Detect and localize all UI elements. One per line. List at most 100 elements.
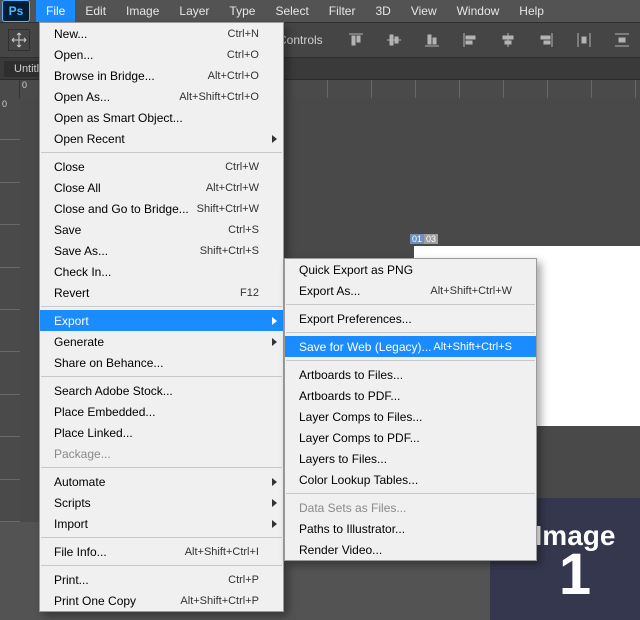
menu-item-shortcut: Ctrl+S bbox=[228, 224, 259, 236]
file-menu-item[interactable]: Check In... bbox=[40, 261, 283, 282]
file-menu-item[interactable]: Share on Behance... bbox=[40, 352, 283, 373]
export-menu-item[interactable]: Quick Export as PNG bbox=[285, 259, 536, 280]
file-menu-item[interactable]: Place Linked... bbox=[40, 422, 283, 443]
menu-item-shortcut: Alt+Shift+Ctrl+S bbox=[433, 341, 512, 353]
file-menu-item[interactable]: File Info...Alt+Shift+Ctrl+I bbox=[40, 541, 283, 562]
menu-item-label: Export Preferences... bbox=[299, 312, 512, 326]
file-menu-item[interactable]: Generate bbox=[40, 331, 283, 352]
menubar-item-select[interactable]: Select bbox=[265, 0, 318, 22]
export-menu-item[interactable]: Layer Comps to PDF... bbox=[285, 427, 536, 448]
menu-item-shortcut: Shift+Ctrl+S bbox=[200, 245, 259, 257]
menu-item-label: Layers to Files... bbox=[299, 452, 512, 466]
file-menu-item[interactable]: Print One CopyAlt+Shift+Ctrl+P bbox=[40, 590, 283, 611]
file-menu-item[interactable]: Place Embedded... bbox=[40, 401, 283, 422]
ruler-tick bbox=[0, 140, 20, 182]
align-hcenter-icon[interactable] bbox=[498, 30, 518, 50]
menu-separator bbox=[41, 565, 282, 566]
submenu-caret-icon bbox=[272, 135, 277, 143]
file-menu-item[interactable]: Close and Go to Bridge...Shift+Ctrl+W bbox=[40, 198, 283, 219]
file-menu-item[interactable]: Close AllAlt+Ctrl+W bbox=[40, 177, 283, 198]
ruler-tick bbox=[0, 480, 20, 522]
export-menu-item[interactable]: Artboards to PDF... bbox=[285, 385, 536, 406]
export-menu-item[interactable]: Export As...Alt+Shift+Ctrl+W bbox=[285, 280, 536, 301]
menubar-item-help[interactable]: Help bbox=[509, 0, 554, 22]
export-menu-item[interactable]: Artboards to Files... bbox=[285, 364, 536, 385]
ruler-tick bbox=[0, 225, 20, 267]
menu-item-label: Layer Comps to Files... bbox=[299, 410, 512, 424]
submenu-caret-icon bbox=[272, 317, 277, 325]
file-menu-item[interactable]: Open Recent bbox=[40, 128, 283, 149]
menu-item-shortcut: F12 bbox=[240, 287, 259, 299]
menu-item-label: Package... bbox=[54, 447, 259, 461]
file-menu-item[interactable]: Open...Ctrl+O bbox=[40, 44, 283, 65]
menu-item-label: Print... bbox=[54, 573, 228, 587]
submenu-caret-icon bbox=[272, 338, 277, 346]
menu-item-label: Browse in Bridge... bbox=[54, 69, 208, 83]
menubar-item-3d[interactable]: 3D bbox=[365, 0, 400, 22]
menu-separator bbox=[41, 306, 282, 307]
menu-item-label: New... bbox=[54, 27, 228, 41]
menu-item-label: Place Linked... bbox=[54, 426, 259, 440]
file-menu-item[interactable]: Export bbox=[40, 310, 283, 331]
menu-item-label: Close and Go to Bridge... bbox=[54, 202, 197, 216]
export-menu-item[interactable]: Layer Comps to Files... bbox=[285, 406, 536, 427]
menubar-item-filter[interactable]: Filter bbox=[319, 0, 366, 22]
export-menu-item[interactable]: Export Preferences... bbox=[285, 308, 536, 329]
distribute-icon-2[interactable] bbox=[612, 30, 632, 50]
align-vcenter-icon[interactable] bbox=[384, 30, 404, 50]
file-menu-item[interactable]: Scripts bbox=[40, 492, 283, 513]
menu-item-label: Save As... bbox=[54, 244, 200, 258]
menubar-item-type[interactable]: Type bbox=[219, 0, 265, 22]
align-right-icon[interactable] bbox=[536, 30, 556, 50]
menu-item-label: Search Adobe Stock... bbox=[54, 384, 259, 398]
submenu-caret-icon bbox=[272, 478, 277, 486]
menu-item-label: Place Embedded... bbox=[54, 405, 259, 419]
menubar-item-file[interactable]: File bbox=[36, 0, 75, 22]
file-menu-item[interactable]: Browse in Bridge...Alt+Ctrl+O bbox=[40, 65, 283, 86]
file-menu-item[interactable]: Open As...Alt+Shift+Ctrl+O bbox=[40, 86, 283, 107]
align-bottom-icon[interactable] bbox=[422, 30, 442, 50]
export-menu-item[interactable]: Render Video... bbox=[285, 539, 536, 560]
menu-bar: Ps FileEditImageLayerTypeSelectFilter3DV… bbox=[0, 0, 640, 22]
menu-item-label: Open... bbox=[54, 48, 227, 62]
distribute-icon-1[interactable] bbox=[574, 30, 594, 50]
menubar-item-view[interactable]: View bbox=[401, 0, 447, 22]
menubar-item-window[interactable]: Window bbox=[447, 0, 510, 22]
menu-item-label: Save for Web (Legacy)... bbox=[299, 340, 433, 354]
image-placeholder-label: Image bbox=[535, 520, 616, 552]
slice-indicators: 01 03 bbox=[410, 234, 438, 244]
ruler-tick bbox=[0, 310, 20, 352]
file-menu-item[interactable]: Save As...Shift+Ctrl+S bbox=[40, 240, 283, 261]
file-menu-item[interactable]: RevertF12 bbox=[40, 282, 283, 303]
menu-separator bbox=[41, 467, 282, 468]
menu-item-shortcut: Alt+Shift+Ctrl+O bbox=[179, 91, 259, 103]
file-menu-item[interactable]: CloseCtrl+W bbox=[40, 156, 283, 177]
export-menu-item[interactable]: Paths to Illustrator... bbox=[285, 518, 536, 539]
menu-item-label: Automate bbox=[54, 475, 259, 489]
menu-item-label: File Info... bbox=[54, 545, 185, 559]
menu-item-label: Close All bbox=[54, 181, 206, 195]
menu-item-label: Open As... bbox=[54, 90, 179, 104]
menu-item-label: Share on Behance... bbox=[54, 356, 259, 370]
file-menu-item[interactable]: Print...Ctrl+P bbox=[40, 569, 283, 590]
align-left-icon[interactable] bbox=[460, 30, 480, 50]
export-menu-item[interactable]: Color Lookup Tables... bbox=[285, 469, 536, 490]
menu-item-label: Print One Copy bbox=[54, 594, 180, 608]
file-menu-item[interactable]: Import bbox=[40, 513, 283, 534]
move-tool-icon[interactable] bbox=[8, 29, 30, 51]
export-menu-item: Data Sets as Files... bbox=[285, 497, 536, 518]
export-menu-item[interactable]: Layers to Files... bbox=[285, 448, 536, 469]
menubar-item-image[interactable]: Image bbox=[116, 0, 169, 22]
file-menu-item[interactable]: Open as Smart Object... bbox=[40, 107, 283, 128]
menubar-item-edit[interactable]: Edit bbox=[75, 0, 116, 22]
file-menu-item[interactable]: Automate bbox=[40, 471, 283, 492]
file-menu-item[interactable]: New...Ctrl+N bbox=[40, 23, 283, 44]
menu-item-shortcut: Alt+Ctrl+W bbox=[206, 182, 259, 194]
file-menu-item[interactable]: Search Adobe Stock... bbox=[40, 380, 283, 401]
ruler-tick bbox=[284, 80, 328, 98]
file-menu-item[interactable]: SaveCtrl+S bbox=[40, 219, 283, 240]
menubar-item-layer[interactable]: Layer bbox=[169, 0, 219, 22]
align-top-icon[interactable] bbox=[346, 30, 366, 50]
menu-item-label: Layer Comps to PDF... bbox=[299, 431, 512, 445]
export-menu-item[interactable]: Save for Web (Legacy)...Alt+Shift+Ctrl+S bbox=[285, 336, 536, 357]
